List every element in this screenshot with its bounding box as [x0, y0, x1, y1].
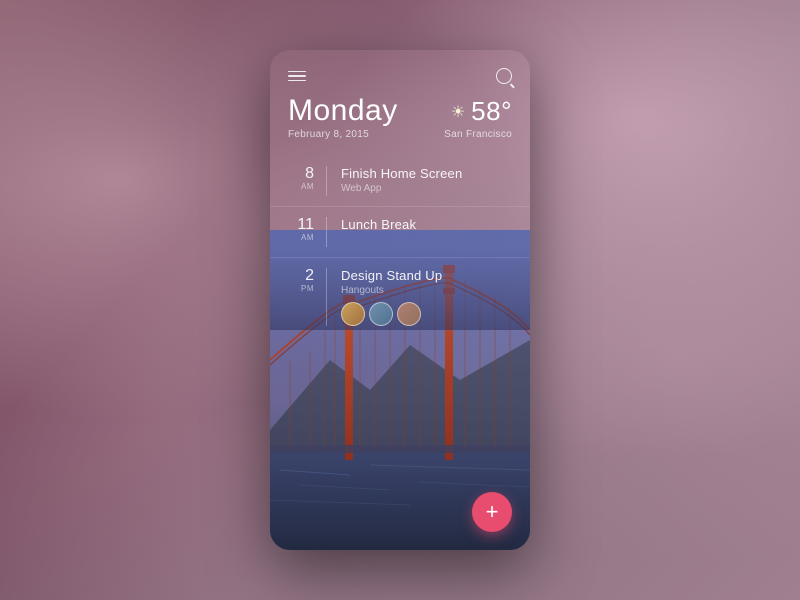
date-section: Monday February 8, 2015 [288, 96, 398, 140]
event-time-3: 2 PM [288, 268, 326, 293]
phone-card: Monday February 8, 2015 ☀ 58° San Franci… [270, 50, 530, 550]
event-title-2: Lunch Break [341, 217, 512, 232]
avatar-1 [341, 302, 365, 326]
event-time-2: 11 AM [288, 217, 326, 242]
event-hour-2: 11 [288, 217, 314, 233]
event-details-2: Lunch Break [341, 217, 512, 232]
event-period-2: AM [288, 233, 314, 242]
menu-icon[interactable] [288, 71, 306, 82]
event-item-1[interactable]: 8 AM Finish Home Screen Web App [270, 156, 530, 207]
event-title-1: Finish Home Screen [341, 166, 512, 181]
event-item-2[interactable]: 11 AM Lunch Break [270, 207, 530, 258]
avatar-3 [397, 302, 421, 326]
temperature: 58° [471, 96, 512, 127]
events-list: 8 AM Finish Home Screen Web App 11 AM Lu… [270, 140, 530, 550]
avatar-row [341, 302, 512, 326]
event-details-1: Finish Home Screen Web App [341, 166, 512, 194]
event-time-1: 8 AM [288, 166, 326, 191]
weather-location: San Francisco [444, 129, 512, 140]
event-divider-2 [326, 217, 327, 247]
event-period-1: AM [288, 182, 314, 191]
event-title-3: Design Stand Up [341, 268, 512, 283]
header-bar [270, 50, 530, 84]
event-details-3: Design Stand Up Hangouts [341, 268, 512, 326]
event-subtitle-1: Web App [341, 183, 512, 194]
weather-section: ☀ 58° San Francisco [444, 96, 512, 140]
event-hour-1: 8 [288, 166, 314, 182]
search-icon[interactable] [496, 68, 512, 84]
plus-icon: + [486, 501, 499, 523]
event-item-3[interactable]: 2 PM Design Stand Up Hangouts [270, 258, 530, 336]
event-subtitle-3: Hangouts [341, 285, 512, 296]
avatar-2 [369, 302, 393, 326]
event-divider-3 [326, 268, 327, 326]
weather-top: ☀ 58° [451, 96, 512, 127]
sun-icon: ☀ [451, 102, 465, 122]
event-divider-1 [326, 166, 327, 196]
event-hour-3: 2 [288, 268, 314, 284]
event-period-3: PM [288, 284, 314, 293]
date-subtitle: February 8, 2015 [288, 129, 398, 140]
phone-ui: Monday February 8, 2015 ☀ 58° San Franci… [270, 50, 530, 550]
add-event-button[interactable]: + [472, 492, 512, 532]
date-weather-row: Monday February 8, 2015 ☀ 58° San Franci… [270, 84, 530, 140]
day-name: Monday [288, 96, 398, 126]
